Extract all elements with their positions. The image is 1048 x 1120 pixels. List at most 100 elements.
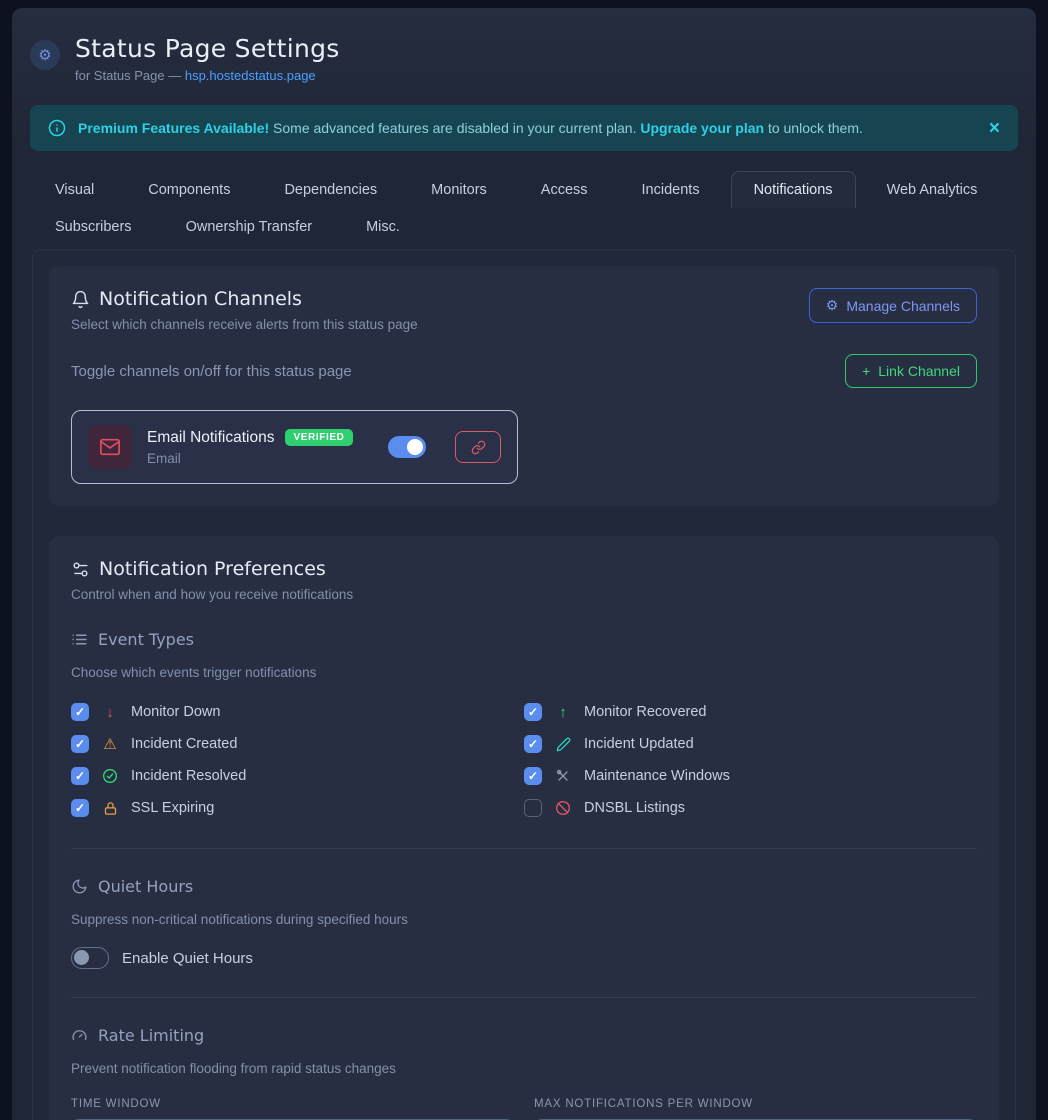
check-icon: ✓ [75,802,85,814]
event-type-label: Incident Created [131,736,237,752]
event-type-label: Maintenance Windows [584,768,730,784]
chain-link-icon [471,440,486,455]
notifications-panel: Notification Channels Select which chann… [32,249,1016,1120]
check-icon: ✓ [75,706,85,718]
lock-icon [101,801,119,816]
plus-icon: + [862,363,870,379]
tab-visual[interactable]: Visual [32,171,117,208]
channels-toggle-row: Toggle channels on/off for this status p… [71,354,977,388]
check-icon: ✓ [75,738,85,750]
tab-monitors[interactable]: Monitors [408,171,510,208]
rate-limiting-header: Rate Limiting [71,1026,977,1045]
checkbox[interactable]: ✓ [524,735,542,753]
event-type-dnsbl-listings[interactable]: ✓ DNSBL Listings [524,796,977,820]
page-subtitle-prefix: for Status Page — [75,68,185,83]
tab-misc[interactable]: Misc. [343,208,423,245]
event-type-incident-resolved[interactable]: ✓ Incident Resolved [71,764,524,788]
premium-banner-body: Some advanced features are disabled in y… [269,120,640,136]
sliders-icon [71,560,90,579]
ban-icon [554,800,572,816]
check-circle-icon [101,768,119,784]
list-icon [71,631,88,648]
checkbox[interactable]: ✓ [524,767,542,785]
channels-title-row: Notification Channels [71,288,418,310]
email-channel-toggle[interactable] [388,436,426,458]
page-subtitle: for Status Page — hsp.hostedstatus.page [75,68,340,83]
quiet-hours-toggle[interactable] [71,947,109,969]
manage-channels-label: Manage Channels [846,298,960,314]
notification-channels-card: Notification Channels Select which chann… [49,266,999,506]
checkbox[interactable]: ✓ [71,799,89,817]
event-type-label: SSL Expiring [131,800,214,816]
tab-subscribers[interactable]: Subscribers [32,208,155,245]
checkbox[interactable]: ✓ [71,735,89,753]
event-type-maintenance-windows[interactable]: ✓ Maintenance Windows [524,764,977,788]
tab-access[interactable]: Access [518,171,611,208]
tab-ownership-transfer[interactable]: Ownership Transfer [163,208,336,245]
channel-type: Email [147,451,353,466]
notification-preferences-card: Notification Preferences Control when an… [49,536,999,1120]
channels-subtitle: Select which channels receive alerts fro… [71,317,418,332]
event-type-monitor-down[interactable]: ✓ ↓ Monitor Down [71,700,524,724]
tools-icon [554,768,572,784]
gear-glyph: ⚙ [38,46,51,64]
channel-name-row: Email Notifications VERIFIED [147,429,353,447]
page-header-text: Status Page Settings for Status Page — h… [75,34,340,83]
moon-icon [71,878,88,895]
section-divider [71,848,977,849]
checkbox[interactable]: ✓ [71,767,89,785]
status-page-link[interactable]: hsp.hostedstatus.page [185,68,316,83]
manage-channels-button[interactable]: ⚙ Manage Channels [809,288,977,323]
event-type-label: DNSBL Listings [584,800,685,816]
event-types-column-left: ✓ ↓ Monitor Down ✓ ⚠ Incident Created ✓ [71,700,524,820]
upgrade-plan-link[interactable]: Upgrade your plan [640,120,764,136]
premium-banner-suffix: to unlock them. [764,120,863,136]
channels-toggle-hint: Toggle channels on/off for this status p… [71,363,352,380]
checkbox[interactable]: ✓ [524,799,542,817]
event-type-label: Monitor Recovered [584,704,707,720]
tab-components[interactable]: Components [125,171,253,208]
check-icon: ✓ [75,770,85,782]
rate-limiting-subtitle: Prevent notification flooding from rapid… [71,1061,977,1076]
channel-name: Email Notifications [147,429,275,447]
page-title: Status Page Settings [75,34,340,63]
tab-web-analytics[interactable]: Web Analytics [864,171,1001,208]
close-icon[interactable]: × [989,119,1000,138]
event-type-incident-created[interactable]: ✓ ⚠ Incident Created [71,732,524,756]
event-type-monitor-recovered[interactable]: ✓ ↑ Monitor Recovered [524,700,977,724]
premium-banner-bold: Premium Features Available! [78,120,269,136]
time-window-field-group: TIME WINDOW 15 minutes [71,1098,514,1120]
event-type-incident-updated[interactable]: ✓ Incident Updated [524,732,977,756]
tabs-row-1: Visual Components Dependencies Monitors … [32,171,1016,208]
channels-title: Notification Channels [99,288,302,310]
tab-notifications[interactable]: Notifications [731,171,856,208]
event-type-label: Incident Resolved [131,768,246,784]
event-type-ssl-expiring[interactable]: ✓ SSL Expiring [71,796,524,820]
rate-limiting-form: TIME WINDOW 15 minutes MAX NOTIFICATIONS… [71,1098,977,1120]
event-type-label: Incident Updated [584,736,694,752]
arrow-up-icon: ↑ [554,705,572,720]
bell-icon [71,290,90,309]
quiet-hours-title: Quiet Hours [98,877,193,896]
channel-link-button[interactable] [455,431,501,463]
gear-icon: ⚙ [826,297,839,314]
quiet-hours-toggle-row: Enable Quiet Hours [71,947,977,969]
email-channel-card: Email Notifications VERIFIED Email [71,410,518,484]
checkbox[interactable]: ✓ [524,703,542,721]
info-icon [48,119,66,137]
tab-incidents[interactable]: Incidents [619,171,723,208]
preferences-subtitle: Control when and how you receive notific… [71,587,977,602]
time-window-label: TIME WINDOW [71,1098,514,1110]
tabs-row-2: Subscribers Ownership Transfer Misc. [32,208,1016,245]
checkbox[interactable]: ✓ [71,703,89,721]
page-header: ⚙ Status Page Settings for Status Page —… [12,8,1036,95]
mail-icon [88,425,132,469]
event-types-subtitle: Choose which events trigger notification… [71,665,977,680]
pencil-icon [554,737,572,752]
quiet-hours-subtitle: Suppress non-critical notifications duri… [71,912,977,927]
settings-tabs: Visual Components Dependencies Monitors … [32,171,1016,245]
premium-banner-text: Premium Features Available! Some advance… [78,120,863,136]
link-channel-button[interactable]: + Link Channel [845,354,977,388]
toggle-knob [407,439,423,455]
tab-dependencies[interactable]: Dependencies [261,171,400,208]
